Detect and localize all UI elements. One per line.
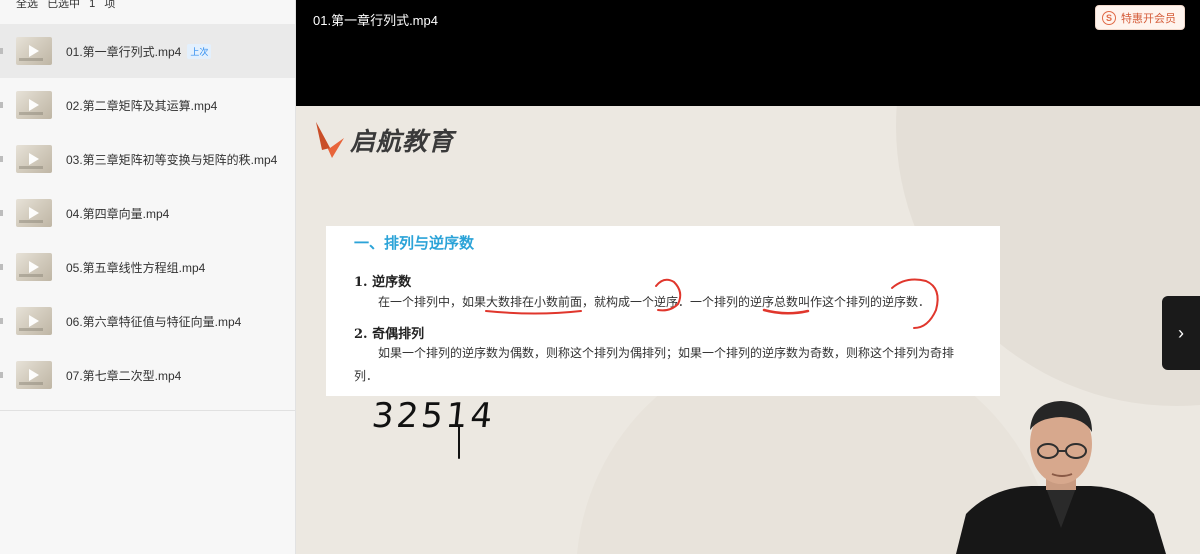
list-item[interactable]: 07.第七章二次型.mp4 xyxy=(0,348,295,402)
video-thumbnail xyxy=(16,361,52,389)
item-checkbox[interactable] xyxy=(0,318,3,324)
handwritten-example: 32514 xyxy=(369,396,498,436)
list-item[interactable]: 02.第二章矩阵及其运算.mp4 xyxy=(0,78,295,132)
presenter-video xyxy=(956,401,1166,554)
item-checkbox[interactable] xyxy=(0,48,3,54)
video-title: 04.第四章向量.mp4 xyxy=(66,206,170,221)
selection-bar: 全选 已选中 1 项 xyxy=(0,0,295,14)
video-player[interactable]: 01.第一章行列式.mp4 S 特惠开会员 启航教育 一、排列与逆序数 1. 逆… xyxy=(296,0,1200,554)
item-checkbox[interactable] xyxy=(0,156,3,162)
next-chevron-icon[interactable]: › xyxy=(1162,296,1200,370)
video-title: 07.第七章二次型.mp4 xyxy=(66,368,182,383)
player-title: 01.第一章行列式.mp4 xyxy=(313,13,438,28)
video-thumbnail xyxy=(16,145,52,173)
list-item[interactable]: 01.第一章行列式.mp4 上次 xyxy=(0,24,295,78)
list-item[interactable]: 05.第五章线性方程组.mp4 xyxy=(0,240,295,294)
item-checkbox[interactable] xyxy=(0,372,3,378)
item-checkbox[interactable] xyxy=(0,264,3,270)
item-checkbox[interactable] xyxy=(0,102,3,108)
video-title: 05.第五章线性方程组.mp4 xyxy=(66,260,206,275)
video-title: 02.第二章矩阵及其运算.mp4 xyxy=(66,98,218,113)
playlist-sidebar: 全选 已选中 1 项 01.第一章行列式.mp4 上次 02.第二章矩阵及其运算.… xyxy=(0,0,296,554)
selected-count: 1 xyxy=(89,0,96,10)
video-thumbnail xyxy=(16,307,52,335)
item-checkbox[interactable] xyxy=(0,210,3,216)
last-watched-badge: 上次 xyxy=(187,43,212,59)
vip-s-icon: S xyxy=(1102,10,1116,25)
list-item[interactable]: 06.第六章特征值与特征向量.mp4 xyxy=(0,294,295,348)
list-divider xyxy=(0,410,295,411)
video-thumbnail xyxy=(16,253,52,281)
vip-button[interactable]: S 特惠开会员 xyxy=(1095,5,1185,30)
select-all-button[interactable]: 全选 xyxy=(16,0,38,10)
video-list: 01.第一章行列式.mp4 上次 02.第二章矩阵及其运算.mp4 03.第三章矩… xyxy=(0,24,295,402)
video-title: 03.第三章矩阵初等变换与矩阵的秩.mp4 xyxy=(66,152,278,167)
video-thumbnail xyxy=(16,37,52,65)
vip-label: 特惠开会员 xyxy=(1121,12,1176,25)
video-thumbnail xyxy=(16,91,52,119)
selected-prefix: 已选中 xyxy=(47,0,81,10)
list-item[interactable]: 03.第三章矩阵初等变换与矩阵的秩.mp4 xyxy=(0,132,295,186)
video-thumbnail xyxy=(16,199,52,227)
player-title-bar: 01.第一章行列式.mp4 S 特惠开会员 xyxy=(296,0,1200,34)
selected-suffix: 项 xyxy=(104,0,116,10)
list-item[interactable]: 04.第四章向量.mp4 xyxy=(0,186,295,240)
lecture-slide: 启航教育 一、排列与逆序数 1. 逆序数 在一个排列中，如果大数排在小数前面，就… xyxy=(296,106,1200,554)
video-title: 06.第六章特征值与特征向量.mp4 xyxy=(66,314,242,329)
video-title: 01.第一章行列式.mp4 xyxy=(66,44,182,59)
